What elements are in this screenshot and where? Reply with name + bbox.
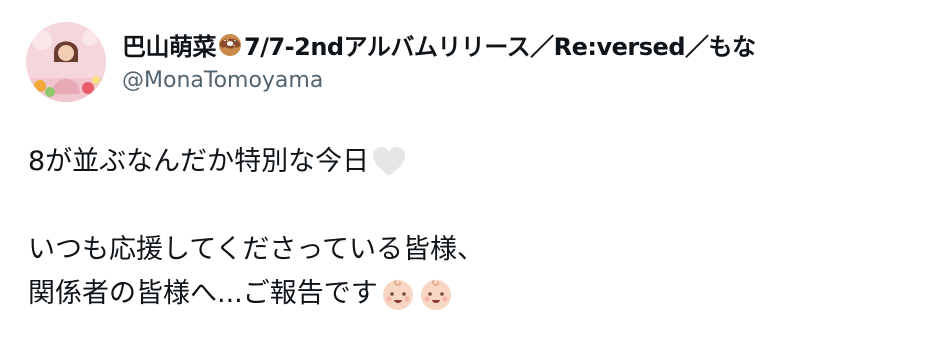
tweet-text-line-2: いつも応援してくださっている皆様、	[28, 228, 918, 272]
tweet-text-line-3: 関係者の皆様へ...ご報告です	[28, 272, 918, 316]
baby-face-icon	[418, 276, 454, 312]
display-name-suffix[interactable]: 7/7-2ndアルバムリリース／Re:versed／もな	[244, 27, 756, 62]
display-name-row[interactable]: 巴山萌菜 7/7-2ndアルバムリリース／Re:versed／もな	[122, 26, 922, 62]
author-info: 巴山萌菜 7/7-2ndアルバムリリース／Re:versed／もな @MonaT…	[122, 26, 922, 94]
tweet-card: 巴山萌菜 7/7-2ndアルバムリリース／Re:versed／もな @MonaT…	[0, 0, 934, 352]
tweet-text: 8が並ぶなんだか特別な今日 いつも応援してくださっている皆様、 関係者の皆様へ.…	[28, 140, 918, 316]
display-name-prefix[interactable]: 巴山萌菜	[122, 27, 217, 62]
baby-face-icon	[380, 276, 416, 312]
tweet-text-line-2-text: いつも応援してくださっている皆様、	[28, 234, 485, 265]
avatar-photo	[26, 22, 106, 102]
avatar[interactable]	[26, 22, 106, 102]
tweet-text-line-3-text: 関係者の皆様へ...ご報告です	[28, 278, 378, 309]
donut-icon	[217, 31, 243, 57]
white-heart-icon	[371, 144, 407, 180]
user-handle[interactable]: @MonaTomoyama	[122, 68, 922, 93]
tweet-text-line-1: 8が並ぶなんだか特別な今日	[28, 140, 918, 184]
tweet-text-line-1-text: 8が並ぶなんだか特別な今日	[28, 146, 370, 177]
